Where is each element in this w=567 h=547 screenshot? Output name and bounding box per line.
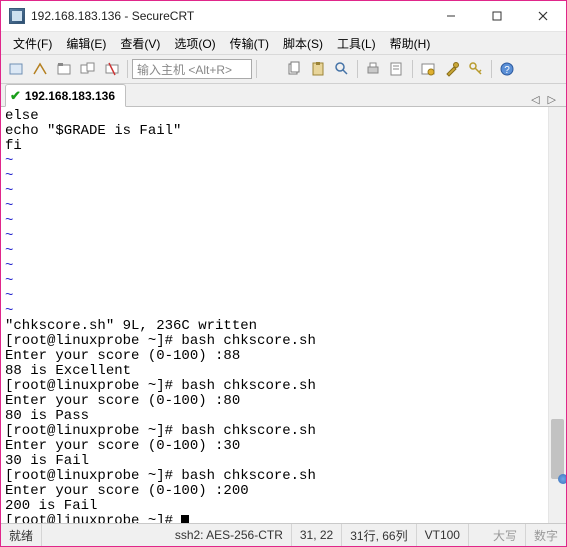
copy-icon[interactable]: [283, 58, 305, 80]
menu-bar: 文件(F) 编辑(E) 查看(V) 选项(O) 传输(T) 脚本(S) 工具(L…: [1, 32, 566, 55]
tab-scroll-left[interactable]: ◁: [531, 93, 539, 106]
toolbar: 输入主机 <Alt+R> ?: [1, 55, 566, 84]
help-icon[interactable]: ?: [496, 58, 518, 80]
menu-file[interactable]: 文件(F): [7, 33, 58, 54]
reconnect-icon[interactable]: [77, 58, 99, 80]
status-bar: 就绪 ssh2: AES-256-CTR 31, 22 31行, 66列 VT1…: [1, 523, 566, 546]
paste-icon[interactable]: [307, 58, 329, 80]
host-input[interactable]: 输入主机 <Alt+R>: [132, 59, 252, 79]
maximize-button[interactable]: [474, 1, 520, 31]
status-cursor: 31, 22: [292, 524, 342, 546]
connected-icon: ✔: [10, 88, 21, 104]
tools-icon[interactable]: [441, 58, 463, 80]
tab-bar: ✔ 192.168.183.136 ◁ ▷: [1, 84, 566, 107]
status-cipher: ssh2: AES-256-CTR: [167, 524, 292, 546]
scrollbar[interactable]: [548, 107, 566, 523]
terminal[interactable]: else echo "$GRADE is Fail" fi ~ ~ ~ ~ ~ …: [1, 107, 548, 523]
properties-icon[interactable]: [386, 58, 408, 80]
session-manager-icon[interactable]: [5, 58, 27, 80]
title-bar[interactable]: 192.168.183.136 - SecureCRT: [1, 1, 566, 32]
app-icon: [9, 8, 25, 24]
menu-options[interactable]: 选项(O): [168, 33, 221, 54]
tab-label: 192.168.183.136: [25, 89, 115, 103]
scrollbar-knob[interactable]: [558, 474, 566, 484]
status-num: 数字: [526, 524, 566, 546]
connect-tab-icon[interactable]: [53, 58, 75, 80]
menu-help[interactable]: 帮助(H): [384, 33, 437, 54]
menu-transfer[interactable]: 传输(T): [224, 33, 275, 54]
print-icon[interactable]: [362, 58, 384, 80]
session-tab[interactable]: ✔ 192.168.183.136: [5, 84, 126, 107]
menu-view[interactable]: 查看(V): [114, 33, 166, 54]
status-emulation: VT100: [417, 524, 469, 546]
menu-tools[interactable]: 工具(L): [331, 33, 382, 54]
menu-script[interactable]: 脚本(S): [277, 33, 329, 54]
tab-scroll-right[interactable]: ▷: [548, 93, 556, 106]
status-caps: 大写: [485, 524, 526, 546]
menu-edit[interactable]: 编辑(E): [60, 33, 112, 54]
disconnect-icon[interactable]: [101, 58, 123, 80]
quick-connect-icon[interactable]: [29, 58, 51, 80]
window-title: 192.168.183.136 - SecureCRT: [31, 9, 428, 23]
key-icon[interactable]: [465, 58, 487, 80]
app-window: 192.168.183.136 - SecureCRT 文件(F) 编辑(E) …: [0, 0, 567, 547]
options-icon[interactable]: [417, 58, 439, 80]
minimize-button[interactable]: [428, 1, 474, 31]
scrollbar-thumb[interactable]: [551, 419, 564, 479]
status-ready: 就绪: [1, 524, 42, 546]
find-icon[interactable]: [331, 58, 353, 80]
terminal-area: else echo "$GRADE is Fail" fi ~ ~ ~ ~ ~ …: [1, 107, 566, 523]
svg-text:?: ?: [504, 65, 510, 76]
status-size: 31行, 66列: [342, 524, 416, 546]
close-button[interactable]: [520, 1, 566, 31]
